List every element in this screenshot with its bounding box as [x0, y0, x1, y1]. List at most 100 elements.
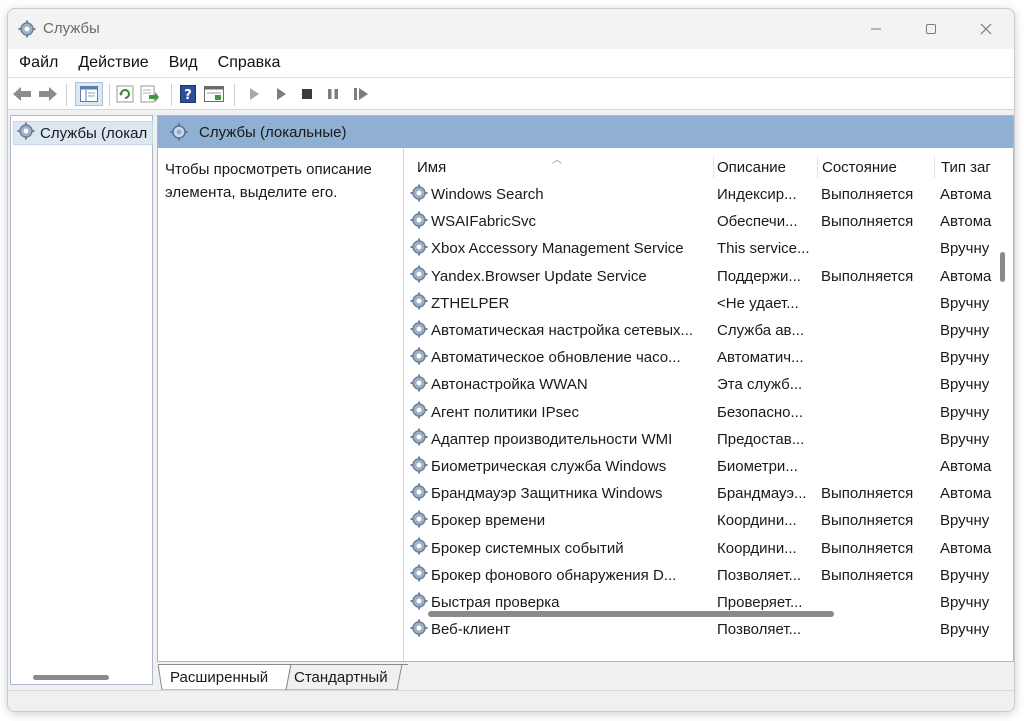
service-description-cell: Позволяет... [717, 621, 802, 639]
service-description-cell: Биометри... [717, 458, 798, 475]
toolbar-separator [109, 84, 110, 106]
toolbar-separator [171, 84, 172, 106]
status-bar [8, 690, 1014, 711]
service-startup-type-cell: Автома [940, 485, 992, 503]
service-startup-type-cell: Автома [940, 186, 992, 203]
pane-header-title: Службы (локальные) [199, 124, 347, 141]
service-gear-icon [410, 238, 428, 260]
column-header-description[interactable]: Описание [717, 154, 817, 180]
properties-button[interactable] [203, 84, 225, 104]
service-state-cell [821, 371, 933, 398]
toolbar-separator [66, 84, 67, 106]
column-separator[interactable] [817, 156, 818, 178]
column-separator[interactable] [713, 156, 714, 178]
console-tree-button[interactable] [75, 82, 103, 106]
refresh-icon [116, 85, 134, 103]
service-startup-type-cell: Вручну [940, 621, 990, 639]
service-row[interactable]: Брандмауэр Защитника Windows Брандмауэ...… [407, 480, 997, 507]
export-list-button[interactable] [139, 84, 161, 104]
service-gear-icon [410, 592, 428, 614]
service-startup-type-cell: Вручну [940, 322, 990, 339]
service-gear-icon [410, 428, 428, 450]
refresh-button[interactable] [114, 84, 136, 104]
services-window: Службы Файл Действие Вид Справка ? Служб… [7, 8, 1015, 712]
service-name-cell: Биометрическая служба Windows [410, 453, 710, 480]
service-description-cell: Брандмауэ... [717, 485, 807, 503]
title-bar: Службы [8, 9, 1014, 49]
service-row[interactable]: Автоматическое обновление часо... Автомат… [407, 344, 997, 371]
horizontal-scrollbar[interactable] [428, 611, 834, 617]
vertical-scrollbar[interactable] [1000, 252, 1005, 282]
service-name: Автоматическая настройка сетевых... [431, 322, 694, 339]
service-gear-icon [410, 401, 428, 423]
tree-horizontal-scrollbar[interactable] [33, 675, 109, 680]
column-header-name[interactable]: Имя [417, 154, 707, 180]
service-state-cell [821, 344, 933, 371]
resume-service-button[interactable] [350, 84, 372, 104]
view-tabs: Расширенный Стандартный [158, 664, 758, 690]
stop-service-button[interactable] [296, 84, 318, 104]
minimize-button[interactable] [853, 14, 899, 44]
service-state-cell: Выполняется [821, 566, 914, 584]
service-name-cell: Брокер системных событий [410, 535, 710, 562]
service-name: Брандмауэр Защитника Windows [431, 485, 663, 503]
service-row[interactable]: Xbox Accessory Management Service This se… [407, 235, 997, 262]
service-state-cell [821, 235, 933, 262]
service-name: Агент политики IPsec [431, 403, 579, 421]
service-state-cell [821, 616, 933, 643]
service-row[interactable]: Агент политики IPsec Безопасно... Вручну [407, 399, 997, 426]
pause-service-button[interactable] [322, 84, 344, 104]
properties-icon [204, 86, 224, 102]
help-button[interactable]: ? [177, 84, 199, 104]
tab-standard[interactable]: Стандартный [294, 664, 388, 690]
service-name-cell: WSAIFabricSvc [410, 208, 710, 235]
menu-help[interactable]: Справка [207, 54, 290, 72]
menu-file[interactable]: Файл [8, 54, 67, 72]
service-row[interactable]: Yandex.Browser Update Service Поддержи...… [407, 263, 997, 290]
column-separator[interactable] [934, 156, 935, 178]
service-name-cell: Автоматическая настройка сетевых... [410, 317, 710, 344]
column-header-state[interactable]: Состояние [822, 154, 932, 180]
menu-action[interactable]: Действие [67, 54, 157, 72]
service-name: ZTHELPER [431, 294, 510, 312]
service-row[interactable]: Автонастройка WWAN Эта служб... Вручну [407, 371, 997, 398]
service-name-cell: Адаптер производительности WMI [410, 426, 710, 453]
service-row[interactable]: Биометрическая служба Windows Биометри...… [407, 453, 997, 480]
column-header-startup-type[interactable]: Тип заг [941, 154, 1011, 180]
start-service-alt-button[interactable] [270, 84, 292, 104]
service-startup-type-cell: Автома [940, 267, 992, 285]
service-row[interactable]: Windows Search Индексир... Выполняется Авто… [407, 181, 997, 208]
service-startup-type-cell: Вручну [940, 594, 990, 611]
service-row[interactable]: Автоматическая настройка сетевых... Служб… [407, 317, 997, 344]
service-state-cell: Выполняется [821, 213, 914, 231]
service-name: Брокер системных событий [431, 539, 624, 557]
forward-button[interactable] [37, 84, 59, 104]
console-tree-pane: Службы (локал [10, 115, 153, 685]
close-button[interactable] [963, 14, 1009, 44]
service-description-cell: Безопасно... [717, 403, 804, 421]
service-name: WSAIFabricSvc [431, 213, 537, 231]
service-row[interactable]: Адаптер производительности WMI Предостав.… [407, 426, 997, 453]
service-state-cell [821, 589, 933, 616]
maximize-button[interactable] [908, 14, 954, 44]
start-service-button[interactable] [243, 84, 265, 104]
menu-view[interactable]: Вид [158, 54, 207, 72]
service-name-cell: Веб-клиент [410, 616, 710, 643]
service-description-cell: Эта служб... [717, 376, 803, 394]
tree-item-services-local[interactable]: Службы (локал [13, 121, 153, 145]
service-row[interactable]: Веб-клиент Позволяет... Вручну [407, 616, 997, 643]
service-row[interactable]: WSAIFabricSvc Обеспечи... Выполняется Автом… [407, 208, 997, 235]
back-button[interactable] [11, 84, 33, 104]
service-gear-icon [410, 211, 428, 233]
service-name-cell: Автоматическое обновление часо... [410, 344, 710, 371]
service-row[interactable]: ZTHELPER <Не удает... Вручну [407, 290, 997, 317]
service-row[interactable]: Брокер системных событий Координи... Выпол… [407, 535, 997, 562]
service-description-cell: Координи... [717, 539, 797, 557]
service-gear-icon [410, 265, 428, 287]
service-row[interactable]: Брокер времени Координи... Выполняется Вруч… [407, 507, 997, 534]
service-state-cell [821, 399, 933, 426]
service-name: Yandex.Browser Update Service [431, 267, 647, 285]
service-row[interactable]: Брокер фонового обнаружения D... Позволяе… [407, 562, 997, 589]
tab-extended[interactable]: Расширенный [170, 664, 268, 690]
service-name-cell: Xbox Accessory Management Service [410, 235, 710, 262]
